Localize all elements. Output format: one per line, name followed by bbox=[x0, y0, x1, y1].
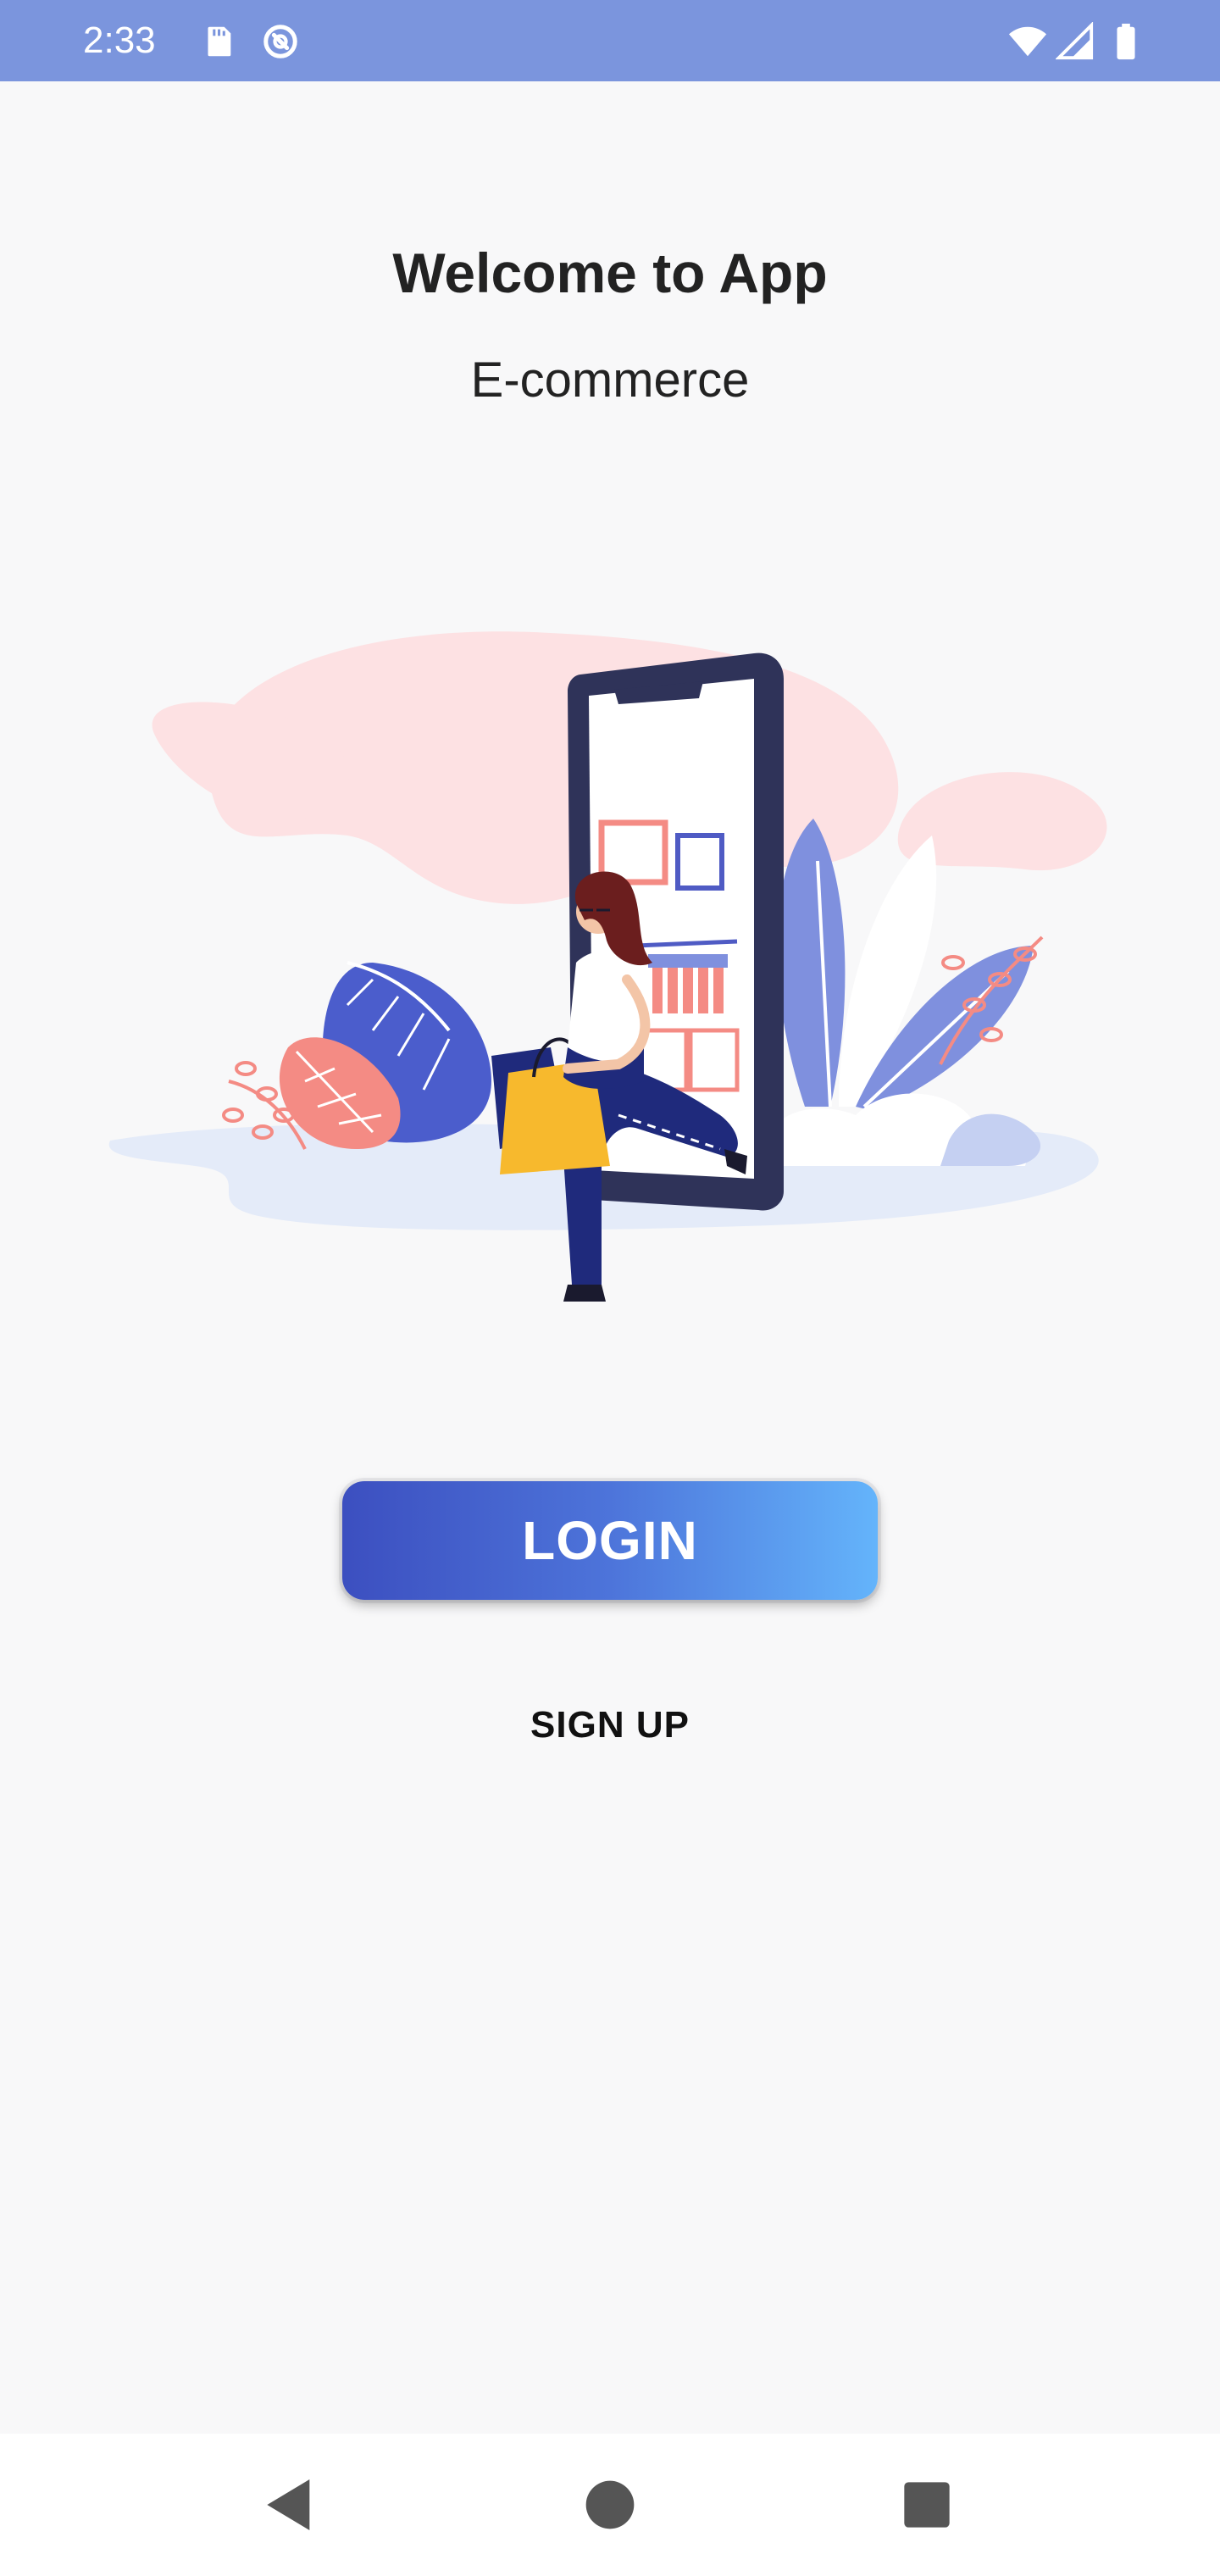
signal-icon bbox=[1056, 22, 1094, 60]
data-saver-icon bbox=[263, 25, 297, 58]
page-subtitle: E-commerce bbox=[470, 353, 750, 408]
recents-icon[interactable] bbox=[893, 2471, 961, 2539]
login-button[interactable]: LOGIN bbox=[342, 1481, 878, 1600]
wifi-icon bbox=[1008, 26, 1047, 57]
sd-card-icon bbox=[208, 26, 231, 57]
navigation-bar bbox=[0, 2434, 1220, 2576]
page-title: Welcome to App bbox=[392, 242, 828, 304]
signup-button[interactable]: SIGN UP bbox=[441, 1691, 779, 1759]
battery-icon bbox=[1117, 23, 1135, 60]
status-time: 2:33 bbox=[83, 19, 156, 61]
status-bar: 2:33 bbox=[0, 0, 1220, 81]
home-icon[interactable] bbox=[576, 2471, 644, 2539]
back-icon[interactable] bbox=[256, 2471, 324, 2539]
shopping-woman-phone-illustration bbox=[108, 631, 1107, 1302]
welcome-screen: Welcome to App E-commerce LOGIN SIGN UP bbox=[0, 81, 1220, 2434]
